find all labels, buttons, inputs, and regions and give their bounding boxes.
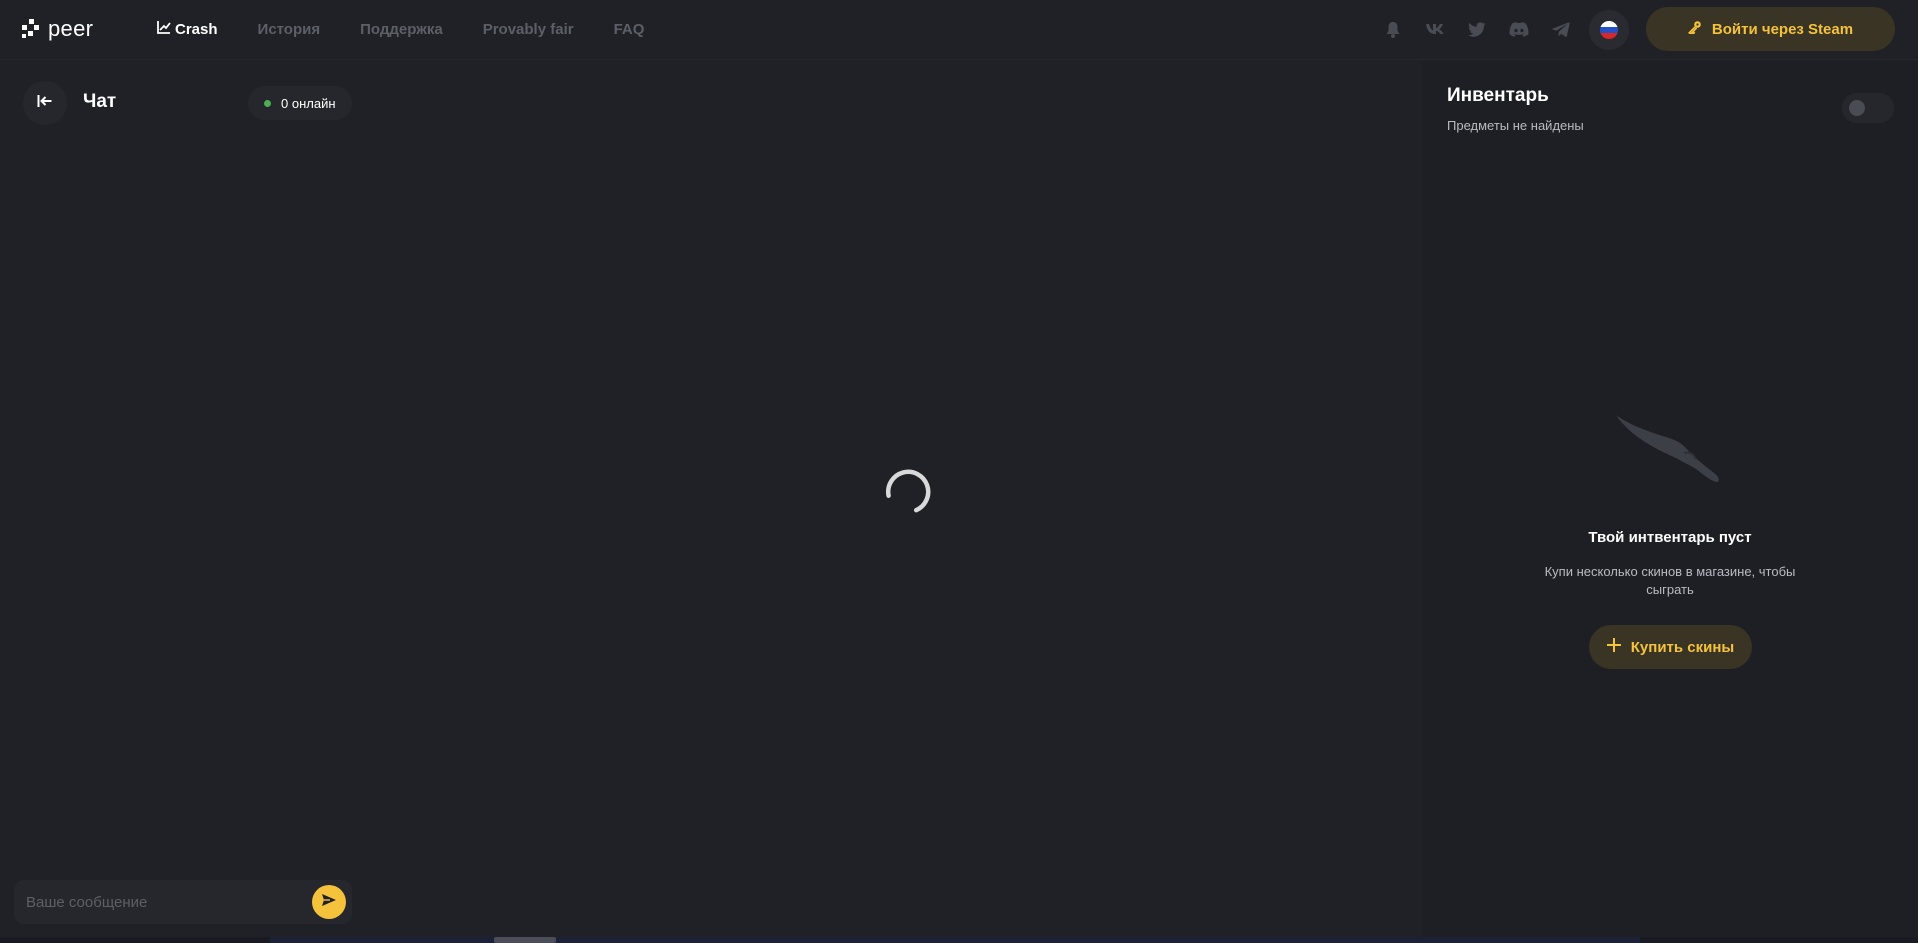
buy-skins-button[interactable]: Купить скины xyxy=(1589,625,1752,669)
loading-spinner-icon xyxy=(879,468,931,520)
chat-input-box xyxy=(14,880,352,924)
chart-line-icon xyxy=(157,20,171,38)
key-icon xyxy=(1687,20,1702,38)
russian-flag-icon xyxy=(1600,21,1618,39)
toggle-knob xyxy=(1849,100,1865,116)
nav-history[interactable]: История xyxy=(258,21,321,38)
steam-login-label: Войти через Steam xyxy=(1711,20,1854,38)
online-dot-icon xyxy=(264,99,271,107)
plus-icon xyxy=(1606,638,1621,656)
knife-icon xyxy=(1614,413,1724,490)
main-nav: Crash История Поддержка Provably fair FA… xyxy=(157,18,684,40)
logo-text: peer xyxy=(48,16,94,41)
social-icons xyxy=(1382,18,1592,40)
nav-crash[interactable]: Crash xyxy=(157,20,218,38)
bell-icon[interactable] xyxy=(1382,18,1404,40)
nav-crash-label: Crash xyxy=(175,20,218,38)
buy-skins-label: Купить скины xyxy=(1630,638,1735,656)
telegram-icon[interactable] xyxy=(1550,18,1572,40)
game-area xyxy=(374,61,1422,937)
chat-message-input[interactable] xyxy=(14,880,304,924)
language-button[interactable] xyxy=(1589,10,1629,50)
horizontal-scrollbar[interactable] xyxy=(0,937,1918,943)
inventory-empty-text: Купи несколько скинов в магазине, чтобы … xyxy=(1544,564,1796,597)
send-icon xyxy=(321,893,337,912)
nav-provably-fair[interactable]: Provably fair xyxy=(483,21,574,38)
inventory-empty-title: Твой интвентарь пуст xyxy=(1588,529,1752,546)
discord-icon[interactable] xyxy=(1508,18,1530,40)
scrollbar-track xyxy=(270,937,1640,943)
inventory-title: Инвентарь xyxy=(1447,85,1549,106)
nav-faq-label: FAQ xyxy=(613,20,645,38)
collapse-left-icon xyxy=(37,94,53,113)
steam-login-button[interactable]: Войти через Steam xyxy=(1646,7,1895,51)
nav-provably-fair-label: Provably fair xyxy=(482,20,574,38)
chat-title: Чат xyxy=(83,91,117,112)
nav-support-label: Поддержка xyxy=(360,20,443,38)
inventory-toggle[interactable] xyxy=(1842,93,1894,123)
top-header: peer Crash История Поддержка Provably fa… xyxy=(0,0,1918,60)
online-count-label: 0 онлайн xyxy=(281,95,336,111)
vk-icon[interactable] xyxy=(1424,18,1446,40)
scrollbar-thumb[interactable] xyxy=(494,937,556,943)
inventory-subtitle: Предметы не найдены xyxy=(1447,118,1584,133)
twitter-icon[interactable] xyxy=(1466,18,1488,40)
logo[interactable]: peer xyxy=(22,14,93,44)
online-count-badge: 0 онлайн xyxy=(248,86,352,120)
inventory-panel: Инвентарь Предметы не найдены Твой интве… xyxy=(1422,61,1918,937)
send-message-button[interactable] xyxy=(312,885,346,919)
nav-faq[interactable]: FAQ xyxy=(614,21,645,38)
collapse-chat-button[interactable] xyxy=(23,81,67,125)
nav-history-label: История xyxy=(257,20,321,38)
nav-support[interactable]: Поддержка xyxy=(360,21,443,38)
chat-panel: Чат 0 онлайн xyxy=(0,61,374,937)
logo-icon xyxy=(22,19,40,39)
